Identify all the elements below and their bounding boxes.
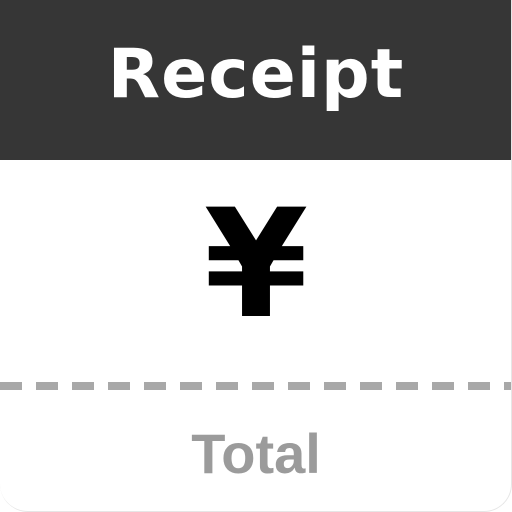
tear-line-divider	[0, 382, 511, 390]
receipt-footer: Total	[0, 392, 511, 511]
receipt-app-icon: Receipt ¥ Total	[0, 0, 512, 512]
yen-icon: ¥	[203, 178, 309, 352]
total-label: Total	[191, 422, 321, 485]
amount-area: ¥	[0, 160, 511, 382]
receipt-header: Receipt	[0, 0, 511, 160]
header-title: Receipt	[107, 35, 405, 114]
